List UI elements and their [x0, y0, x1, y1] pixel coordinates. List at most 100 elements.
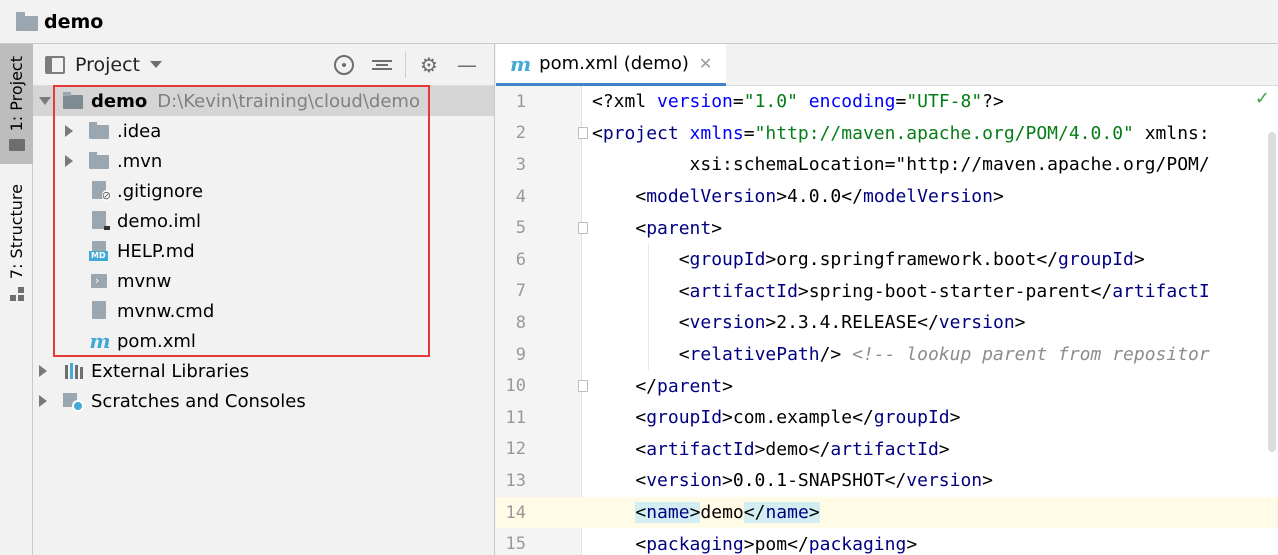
- line-number: 7: [515, 281, 526, 302]
- code-line[interactable]: 11 <groupId>com.example</groupId>: [496, 402, 1278, 434]
- code-editor[interactable]: ✓ 1 <?xml version="1.0" encoding="UTF-8"?…: [496, 86, 1278, 555]
- line-number: 15: [505, 534, 526, 555]
- code-text: <name>demo</name>: [635, 502, 820, 524]
- indent-guide: [648, 244, 649, 371]
- editor: m pom.xml (demo) ✕ ✓ 1 <?xml version="1.0…: [496, 44, 1278, 555]
- project-view-icon: [45, 55, 65, 74]
- line-number: 10: [505, 376, 526, 397]
- code-text: <version>2.3.4.RELEASE</version>: [592, 312, 1026, 334]
- tree-item-scratches[interactable]: Scratches and Consoles: [33, 386, 494, 416]
- code-text: xsi:schemaLocation="http://maven.apache.…: [592, 154, 1210, 176]
- code-text: <groupId>org.springframework.boot</group…: [592, 249, 1145, 271]
- locate-file-button[interactable]: [325, 44, 363, 86]
- code-line[interactable]: 13 <version>0.0.1-SNAPSHOT</version>: [496, 465, 1278, 497]
- tree-item-gitignore[interactable]: ⊘ .gitignore: [33, 176, 494, 206]
- tree-item-label: mvnw.cmd: [117, 300, 215, 322]
- line-number: 14: [505, 502, 526, 523]
- code-text: <project xmlns="http://maven.apache.org/…: [592, 122, 1210, 144]
- line-number: 6: [515, 249, 526, 270]
- code-line[interactable]: 9 <relativePath/> <!-- lookup parent fro…: [496, 339, 1278, 371]
- tree-item-label: demo.iml: [117, 210, 201, 232]
- line-number: 1: [515, 91, 526, 112]
- code-text: <?xml version="1.0" encoding="UTF-8"?>: [592, 91, 1004, 113]
- code-line[interactable]: 1 <?xml version="1.0" encoding="UTF-8"?>: [496, 86, 1278, 118]
- code-line[interactable]: 7 <artifactId>spring-boot-starter-parent…: [496, 276, 1278, 308]
- code-text: <modelVersion>4.0.0</modelVersion>: [592, 186, 1004, 208]
- line-number: 12: [505, 439, 526, 460]
- fold-marker-icon[interactable]: [578, 380, 588, 393]
- chevron-right-icon[interactable]: [65, 125, 73, 137]
- folder-icon: [89, 151, 111, 171]
- line-number: 9: [515, 344, 526, 365]
- tree-item-external-libraries[interactable]: External Libraries: [33, 356, 494, 386]
- chevron-right-icon[interactable]: [65, 155, 73, 167]
- script-file-icon: ›: [89, 271, 111, 291]
- tree-item-label: pom.xml: [117, 330, 196, 352]
- line-number: 8: [515, 312, 526, 333]
- maven-icon: m: [89, 329, 111, 353]
- code-text: <artifactId>spring-boot-starter-parent</…: [592, 280, 1210, 302]
- collapse-all-button[interactable]: [363, 44, 401, 86]
- maven-icon: m: [510, 51, 532, 76]
- chevron-down-icon[interactable]: [39, 97, 51, 105]
- project-panel: Project ⚙ — demo D:\Kevin\training\cloud…: [33, 44, 495, 555]
- tree-item-label: mvnw: [117, 270, 172, 292]
- breadcrumb-project[interactable]: demo: [44, 11, 103, 33]
- tree-item-label: .mvn: [117, 150, 163, 172]
- project-tool-button[interactable]: 1: Project: [0, 44, 33, 164]
- collapse-icon: [372, 55, 392, 75]
- code-text: <artifactId>demo</artifactId>: [592, 438, 950, 460]
- tree-item-pom-xml[interactable]: m pom.xml: [33, 326, 494, 356]
- chevron-down-icon[interactable]: [150, 61, 163, 68]
- tab-label: pom.xml (demo): [539, 53, 689, 74]
- tree-item-label: HELP.md: [117, 240, 195, 262]
- tree-item-mvnw[interactable]: › mvnw: [33, 266, 494, 296]
- line-number: 5: [515, 218, 526, 239]
- code-line[interactable]: 4 <modelVersion>4.0.0</modelVersion>: [496, 181, 1278, 213]
- left-tool-stripe: 1: Project 7: Structure: [0, 44, 33, 555]
- project-view-selector[interactable]: Project: [75, 54, 140, 76]
- code-line[interactable]: 12 <artifactId>demo</artifactId>: [496, 434, 1278, 466]
- tree-item-label: .gitignore: [117, 180, 204, 202]
- code-line[interactable]: 6 <groupId>org.springframework.boot</gro…: [496, 244, 1278, 276]
- code-line[interactable]: 15 <packaging>pom</packaging>: [496, 528, 1278, 555]
- tree-item-mvnw-cmd[interactable]: mvnw.cmd: [33, 296, 494, 326]
- structure-tool-button[interactable]: 7: Structure: [0, 184, 33, 304]
- tree-item-demo-iml[interactable]: demo.iml: [33, 206, 494, 236]
- tree-item-label: Scratches and Consoles: [91, 390, 306, 412]
- fold-marker-icon[interactable]: [578, 222, 588, 235]
- tree-item-mvn[interactable]: .mvn: [33, 146, 494, 176]
- folder-icon: [8, 139, 25, 152]
- close-icon[interactable]: ✕: [699, 54, 712, 73]
- settings-button[interactable]: ⚙: [410, 44, 448, 86]
- tree-item-path: D:\Kevin\training\cloud\demo: [157, 90, 420, 112]
- scratches-icon: [63, 391, 85, 412]
- code-text: </parent>: [592, 375, 733, 397]
- markdown-file-icon: MD: [89, 241, 111, 261]
- chevron-right-icon[interactable]: [39, 395, 47, 407]
- tab-pom-xml[interactable]: m pom.xml (demo) ✕: [496, 44, 727, 86]
- module-folder-icon: [16, 11, 38, 31]
- libraries-icon: [63, 361, 85, 381]
- code-line[interactable]: 10 </parent>: [496, 370, 1278, 402]
- code-line[interactable]: 3 xsi:schemaLocation="http://maven.apach…: [496, 149, 1278, 181]
- code-line[interactable]: 2 <project xmlns="http://maven.apache.org…: [496, 118, 1278, 150]
- tree-item-help-md[interactable]: MD HELP.md: [33, 236, 494, 266]
- editor-tabs: m pom.xml (demo) ✕: [496, 44, 1278, 86]
- chevron-right-icon[interactable]: [39, 365, 47, 377]
- code-line[interactable]: 5 <parent>: [496, 212, 1278, 244]
- tree-item-demo[interactable]: demo D:\Kevin\training\cloud\demo: [33, 86, 494, 116]
- line-number: 3: [515, 154, 526, 175]
- structure-icon: [9, 287, 24, 302]
- tree-item-label: External Libraries: [91, 360, 250, 382]
- hide-panel-button[interactable]: —: [448, 44, 486, 86]
- module-folder-icon: [63, 91, 85, 111]
- fold-marker-icon[interactable]: [578, 127, 588, 140]
- tree-item-idea[interactable]: .idea: [33, 116, 494, 146]
- project-panel-header: Project ⚙ —: [33, 44, 494, 86]
- code-line[interactable]: 14 <name>demo</name>: [496, 496, 1278, 529]
- navigation-bar: demo: [0, 0, 1278, 44]
- code-line[interactable]: 8 <version>2.3.4.RELEASE</version>: [496, 307, 1278, 339]
- folder-icon: [89, 121, 111, 141]
- text-file-icon: [89, 301, 111, 321]
